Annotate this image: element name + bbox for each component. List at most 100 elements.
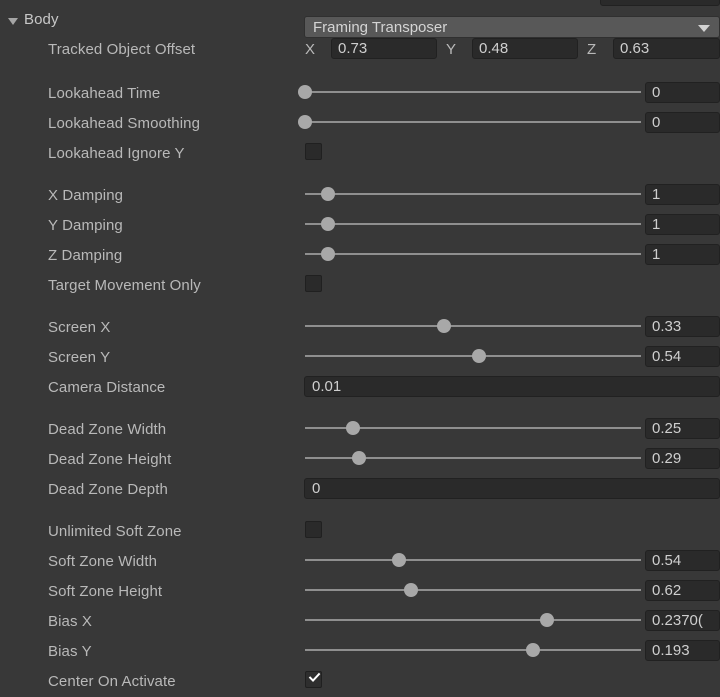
property-slider[interactable] <box>305 448 641 469</box>
property-slider[interactable] <box>305 184 641 205</box>
property-row: Lookahead Time 0 <box>0 82 720 108</box>
property-row: Lookahead Ignore Y <box>0 142 720 168</box>
property-row: Z Damping 1 <box>0 244 720 270</box>
property-slider[interactable] <box>298 82 641 103</box>
property-row: Bias X 0.2370( <box>0 610 720 636</box>
slider-track[interactable] <box>305 253 641 255</box>
body-section-foldout[interactable]: Body Framing Transposer <box>0 8 720 38</box>
property-slider[interactable] <box>305 214 641 235</box>
property-value: 0.62 <box>652 582 682 599</box>
property-value-field[interactable]: 0.2370( <box>645 610 720 631</box>
body-type-dropdown-value: Framing Transposer <box>313 19 448 36</box>
property-slider[interactable] <box>298 112 641 133</box>
property-value-field[interactable]: 0.25 <box>645 418 720 439</box>
property-row: Soft Zone Height 0.62 <box>0 580 720 606</box>
slider-handle[interactable] <box>437 319 452 333</box>
property-value-field[interactable]: 1 <box>645 244 720 265</box>
chevron-down-icon[interactable] <box>698 25 710 32</box>
property-value-field[interactable]: 0.54 <box>645 346 720 367</box>
panel-top-strip <box>0 0 720 6</box>
property-value: 1 <box>652 246 661 263</box>
property-label: Screen X <box>48 319 111 336</box>
property-label: Dead Zone Height <box>48 451 172 468</box>
property-value-field[interactable]: 0 <box>645 112 720 133</box>
slider-track[interactable] <box>305 325 641 327</box>
property-value-field-wide[interactable]: 0 <box>304 478 720 499</box>
property-slider[interactable] <box>305 418 641 439</box>
property-value: 0.29 <box>652 450 682 467</box>
checkbox-unchecked[interactable] <box>305 275 322 292</box>
property-value-field[interactable]: 0.29 <box>645 448 720 469</box>
triangle-down-icon[interactable] <box>8 18 18 25</box>
slider-handle[interactable] <box>320 217 335 231</box>
property-row: Y Damping 1 <box>0 214 720 240</box>
property-value: 0.193 <box>652 642 690 659</box>
slider-track[interactable] <box>305 589 641 591</box>
property-value-field-wide[interactable]: 0.01 <box>304 376 720 397</box>
slider-handle[interactable] <box>392 553 407 567</box>
property-label: Unlimited Soft Zone <box>48 523 182 540</box>
property-slider[interactable] <box>305 640 641 661</box>
property-row: Dead Zone Height 0.29 <box>0 448 720 474</box>
offset-z-field[interactable]: 0.63 <box>613 38 720 59</box>
property-slider[interactable] <box>305 550 641 571</box>
property-value-field[interactable]: 0.54 <box>645 550 720 571</box>
slider-handle[interactable] <box>403 583 418 597</box>
property-value: 0.25 <box>652 420 682 437</box>
slider-handle[interactable] <box>298 85 312 99</box>
property-value-field[interactable]: 0.193 <box>645 640 720 661</box>
slider-track[interactable] <box>305 121 641 123</box>
clipped-field-above[interactable] <box>600 0 720 6</box>
slider-track[interactable] <box>305 193 641 195</box>
slider-handle[interactable] <box>472 349 487 363</box>
slider-handle[interactable] <box>526 643 541 657</box>
property-slider[interactable] <box>305 244 641 265</box>
property-value: 0 <box>652 84 661 101</box>
property-value-field[interactable]: 1 <box>645 184 720 205</box>
offset-x-axis-label: X <box>305 41 316 58</box>
slider-handle[interactable] <box>346 421 361 435</box>
property-row: Unlimited Soft Zone <box>0 520 720 546</box>
offset-x-field[interactable]: 0.73 <box>331 38 437 59</box>
property-slider[interactable] <box>305 580 641 601</box>
slider-handle[interactable] <box>320 187 335 201</box>
checkbox-unchecked[interactable] <box>305 521 322 538</box>
property-slider[interactable] <box>305 316 641 337</box>
slider-track[interactable] <box>305 559 641 561</box>
property-label: Y Damping <box>48 217 123 234</box>
property-value: 0 <box>312 480 321 497</box>
property-value-field[interactable]: 0 <box>645 82 720 103</box>
property-value: 0.01 <box>312 378 342 395</box>
property-label: Soft Zone Width <box>48 553 158 570</box>
slider-handle[interactable] <box>539 613 554 627</box>
property-row: Dead Zone Depth 0 <box>0 478 720 504</box>
property-row: X Damping 1 <box>0 184 720 210</box>
property-label: Lookahead Ignore Y <box>48 145 185 162</box>
property-slider[interactable] <box>305 610 641 631</box>
tracked-object-offset-row: Tracked Object Offset X 0.73 Y 0.48 Z 0.… <box>0 38 720 64</box>
checkbox-checked[interactable] <box>305 671 322 688</box>
offset-y-value: 0.48 <box>479 40 509 57</box>
body-type-dropdown[interactable]: Framing Transposer <box>304 16 720 38</box>
offset-y-field[interactable]: 0.48 <box>472 38 578 59</box>
property-row: Screen X 0.33 <box>0 316 720 342</box>
property-slider[interactable] <box>305 346 641 367</box>
property-row: Target Movement Only <box>0 274 720 300</box>
slider-track[interactable] <box>305 223 641 225</box>
checkbox-unchecked[interactable] <box>305 143 322 160</box>
slider-track[interactable] <box>305 649 641 651</box>
slider-track[interactable] <box>305 91 641 93</box>
slider-track[interactable] <box>305 619 641 621</box>
offset-z-value: 0.63 <box>620 40 650 57</box>
tracked-object-offset-label: Tracked Object Offset <box>48 41 196 58</box>
slider-handle[interactable] <box>352 451 367 465</box>
property-value-field[interactable]: 1 <box>645 214 720 235</box>
property-label: Soft Zone Height <box>48 583 163 600</box>
slider-handle[interactable] <box>320 247 335 261</box>
property-value-field[interactable]: 0.62 <box>645 580 720 601</box>
property-label: Dead Zone Depth <box>48 481 168 498</box>
checkmark-icon <box>308 672 321 682</box>
property-row: Center On Activate <box>0 670 720 696</box>
property-value-field[interactable]: 0.33 <box>645 316 720 337</box>
slider-handle[interactable] <box>298 115 312 129</box>
